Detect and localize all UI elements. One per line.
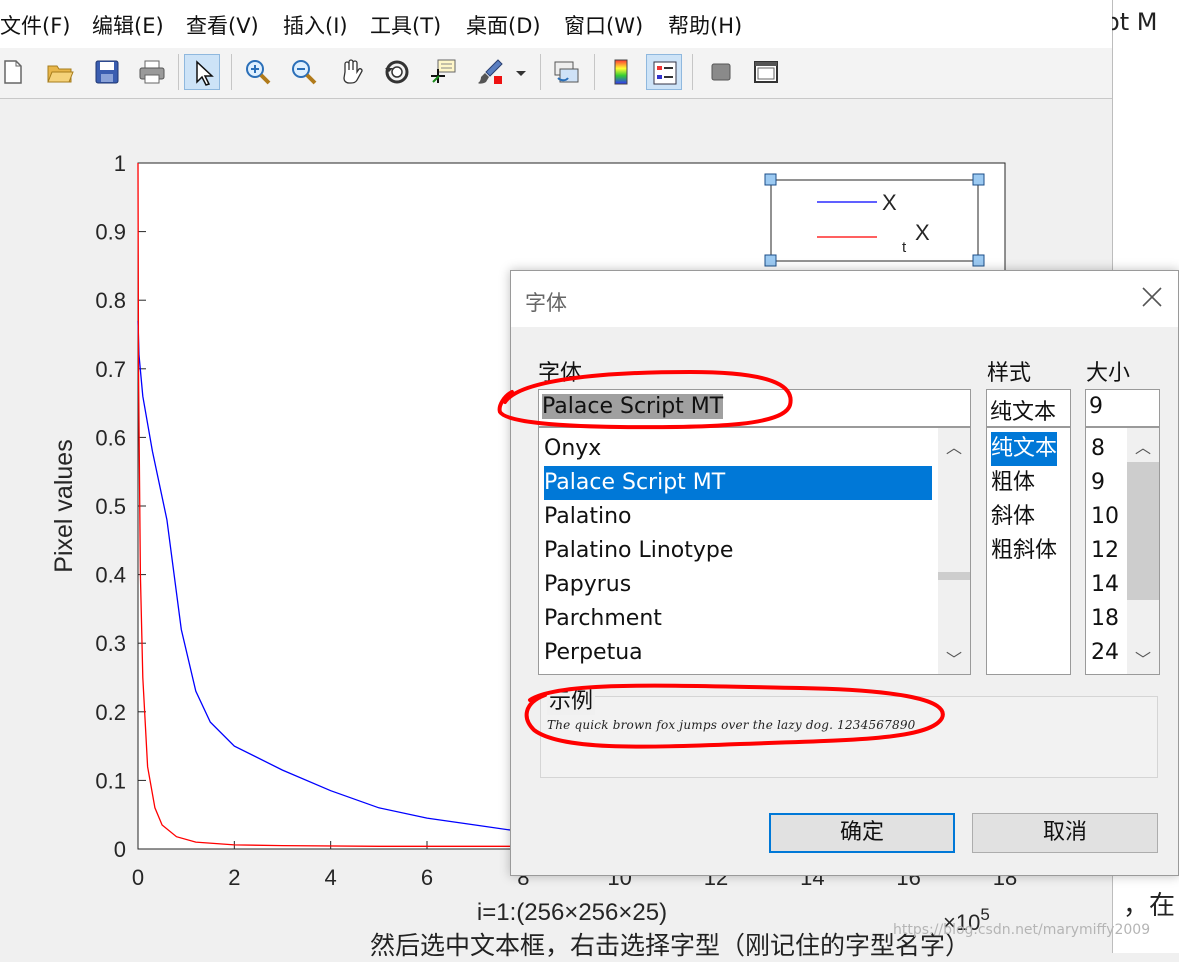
font-list-item[interactable]: Onyx xyxy=(544,432,601,466)
legend-handle-br[interactable] xyxy=(972,254,985,267)
legend[interactable]: X t X xyxy=(764,173,985,267)
x-tick-label: 2 xyxy=(228,865,240,890)
sample-box xyxy=(540,696,1158,778)
background-text-line: ，在 xyxy=(1123,891,1176,921)
style-list-item-selected[interactable]: 纯文本 xyxy=(991,432,1058,466)
style-list-item[interactable]: 粗斜体 xyxy=(991,534,1057,568)
background-text-line: 然后选中文本框，右击选择字型（刚记住的字型名字） xyxy=(370,931,971,960)
size-list-item[interactable]: 9 xyxy=(1091,466,1105,500)
ok-button[interactable]: 确定 xyxy=(769,813,955,853)
size-list-item[interactable]: 14 xyxy=(1091,568,1119,602)
style-label: 样式 xyxy=(987,361,1032,386)
link-plot-icon[interactable] xyxy=(548,54,584,90)
dialog-titlebar: 字体 xyxy=(511,271,1178,327)
font-label: 字体 xyxy=(538,361,583,386)
font-list-item[interactable]: Papyrus xyxy=(544,568,631,602)
legend-label-x: X xyxy=(882,190,897,215)
size-list-item[interactable]: 8 xyxy=(1091,432,1105,466)
scroll-thumb[interactable] xyxy=(1127,462,1159,600)
y-tick-label: 0.3 xyxy=(95,631,126,656)
watermark: https://blog.csdn.net/marymiffy2009 xyxy=(893,922,1151,938)
style-list-item[interactable]: 斜体 xyxy=(991,500,1035,534)
font-size-input[interactable]: 9 xyxy=(1085,389,1160,427)
legend-handle-tr[interactable] xyxy=(972,173,985,186)
save-icon[interactable] xyxy=(89,54,125,90)
menubar: 文件(F) 编辑(E) 查看(V) 插入(I) 工具(T) 桌面(D) 窗口(W… xyxy=(0,0,1112,48)
y-axis-label: Pixel values xyxy=(50,439,78,572)
open-file-icon[interactable] xyxy=(42,54,78,90)
sample-label: 示例 xyxy=(547,683,596,715)
menu-desktop[interactable]: 桌面(D) xyxy=(466,10,541,40)
x-tick-label: 6 xyxy=(421,865,433,890)
font-list[interactable]: Onyx Palace Script MT Palatino Palatino … xyxy=(538,427,971,675)
menu-file[interactable]: 文件(F) xyxy=(0,10,70,40)
menu-help[interactable]: 帮助(H) xyxy=(668,10,742,40)
font-style-list[interactable]: 纯文本 粗体 斜体 粗斜体 xyxy=(986,427,1071,675)
y-tick-label: 1 xyxy=(114,151,126,176)
font-list-item-selected[interactable]: Palace Script MT xyxy=(544,466,932,500)
font-list-item[interactable]: Palatino Linotype xyxy=(544,534,733,568)
font-list-item[interactable]: Parchment xyxy=(544,602,662,636)
font-list-item[interactable]: Palatino xyxy=(544,500,632,534)
close-icon[interactable] xyxy=(1140,285,1164,309)
zoom-out-icon[interactable] xyxy=(286,54,322,90)
font-list-scrollbar[interactable]: ︿ ﹀ xyxy=(938,428,970,674)
font-dialog: 字体 字体 样式 大小 Palace Script MT 纯文本 9 Onyx … xyxy=(510,270,1179,876)
chevron-down-icon[interactable]: ﹀ xyxy=(1135,646,1151,670)
legend-label-tx: X xyxy=(915,220,930,245)
legend-handle-bl[interactable] xyxy=(764,254,777,267)
x-tick-label: 0 xyxy=(132,865,144,890)
show-tools-icon[interactable] xyxy=(748,54,784,90)
style-list-item[interactable]: 粗体 xyxy=(991,466,1035,500)
x-tick-label: 4 xyxy=(325,865,337,890)
size-list-item[interactable]: 18 xyxy=(1091,602,1119,636)
font-list-item[interactable]: Perpetua xyxy=(544,636,643,670)
chevron-up-icon[interactable]: ︿ xyxy=(1135,434,1151,458)
pan-hand-icon[interactable] xyxy=(333,54,369,90)
dialog-title: 字体 xyxy=(525,291,567,315)
rotate-3d-icon[interactable] xyxy=(379,54,415,90)
y-tick-label: 0.9 xyxy=(95,220,126,245)
size-list-item[interactable]: 12 xyxy=(1091,534,1119,568)
pointer-icon[interactable] xyxy=(184,54,220,90)
y-tick-label: 0.5 xyxy=(95,494,126,519)
brush-icon[interactable] xyxy=(472,54,508,90)
cancel-button[interactable]: 取消 xyxy=(972,813,1158,853)
menu-window[interactable]: 窗口(W) xyxy=(564,10,643,40)
y-tick-label: 0.4 xyxy=(95,563,126,588)
y-tick-label: 0.2 xyxy=(95,700,126,725)
font-name-input[interactable]: Palace Script MT xyxy=(538,389,971,427)
size-list-item[interactable]: 10 xyxy=(1091,500,1119,534)
size-list-item[interactable]: 24 xyxy=(1091,636,1119,670)
new-figure-icon[interactable] xyxy=(0,54,30,90)
chevron-up-icon[interactable]: ︿ xyxy=(946,434,962,458)
menu-view[interactable]: 查看(V) xyxy=(186,10,259,40)
size-list-scrollbar[interactable]: ︿ ﹀ xyxy=(1127,428,1159,674)
chevron-down-icon[interactable]: ﹀ xyxy=(946,646,962,670)
sample-text: The quick brown fox jumps over the lazy … xyxy=(547,718,916,732)
print-icon[interactable] xyxy=(134,54,170,90)
brush-dropdown-icon[interactable] xyxy=(510,54,530,90)
y-tick-label: 0 xyxy=(114,837,126,862)
y-tick-label: 0.8 xyxy=(95,288,126,313)
toolbar xyxy=(0,48,1112,99)
x-axis-label: i=1:(256×256×25) xyxy=(477,899,667,926)
menu-insert[interactable]: 插入(I) xyxy=(283,10,348,40)
menu-edit[interactable]: 编辑(E) xyxy=(92,10,164,40)
data-cursor-icon[interactable] xyxy=(425,54,461,90)
y-tick-label: 0.7 xyxy=(95,357,126,382)
font-size-list[interactable]: 8 9 10 12 14 18 24 ︿ ﹀ xyxy=(1085,427,1160,675)
y-tick-label: 0.6 xyxy=(95,425,126,450)
size-label: 大小 xyxy=(1086,361,1131,386)
zoom-in-icon[interactable] xyxy=(240,54,276,90)
menu-tools[interactable]: 工具(T) xyxy=(370,10,441,40)
legend-handle-tl[interactable] xyxy=(764,173,777,186)
y-tick-label: 0.1 xyxy=(95,768,126,793)
colorbar-icon[interactable] xyxy=(603,54,639,90)
hide-tools-icon[interactable] xyxy=(703,54,739,90)
legend-icon[interactable] xyxy=(646,54,682,90)
font-style-input[interactable]: 纯文本 xyxy=(986,389,1071,427)
scroll-thumb[interactable] xyxy=(938,572,970,580)
